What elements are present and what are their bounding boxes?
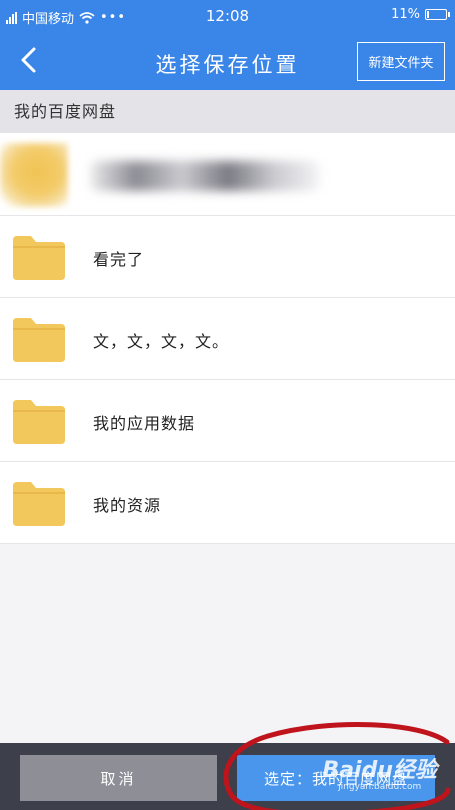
list-item[interactable]: 看完了	[0, 216, 455, 298]
list-item[interactable]: 我的资源	[0, 462, 455, 544]
folder-label: 看完了	[93, 250, 145, 269]
bottom-bar: 取消 选定：我的百度网盘	[0, 743, 455, 810]
folder-icon	[13, 236, 65, 280]
folder-icon	[13, 482, 65, 526]
clock: 12:08	[205, 7, 250, 25]
breadcrumb: 我的百度网盘	[0, 90, 455, 133]
folder-label: 我的资源	[93, 496, 162, 515]
cancel-button[interactable]: 取消	[20, 755, 217, 801]
app-header: 选择保存位置 新建文件夹	[0, 33, 455, 90]
confirm-location-button[interactable]: 选定：我的百度网盘	[237, 755, 435, 801]
folder-icon	[13, 400, 65, 444]
status-bar: 中国移动 ••• 12:08 11%	[0, 0, 455, 33]
battery-icon	[425, 9, 450, 20]
blurred-label	[90, 161, 320, 191]
list-item[interactable]: 文，文，文，文。	[0, 298, 455, 380]
folder-list: 看完了 文，文，文，文。 我的应用数据 我的资源	[0, 133, 455, 544]
blurred-thumbnail	[0, 143, 68, 207]
folder-label: 文，文，文，文。	[93, 332, 230, 351]
folder-label: 我的应用数据	[93, 414, 196, 433]
list-item-redacted[interactable]	[0, 133, 455, 216]
status-right: 11%	[391, 7, 450, 22]
folder-icon	[13, 318, 65, 362]
battery-percent: 11%	[391, 7, 420, 22]
new-folder-button[interactable]: 新建文件夹	[357, 42, 445, 81]
list-item[interactable]: 我的应用数据	[0, 380, 455, 462]
